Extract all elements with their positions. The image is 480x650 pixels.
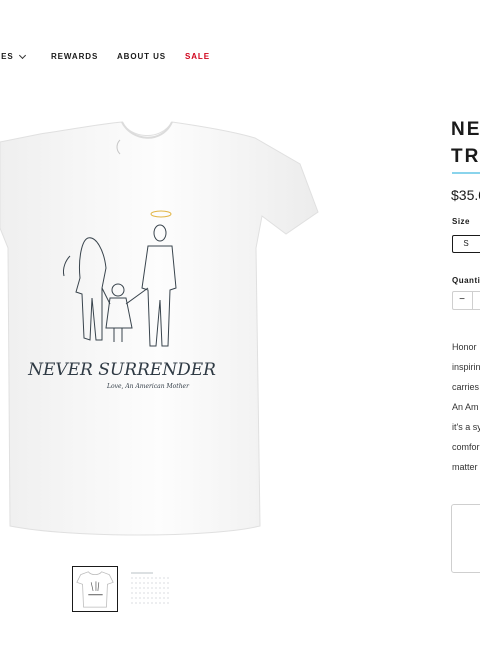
thumbnail-image bbox=[129, 567, 173, 611]
size-option-s[interactable]: S bbox=[452, 235, 480, 253]
stepper-divider bbox=[472, 292, 473, 309]
shirt-headline: NEVER SURRENDER bbox=[27, 360, 216, 380]
description-line: matter bbox=[452, 462, 478, 472]
quantity-stepper[interactable]: − bbox=[452, 291, 480, 310]
nav-item-label: IES bbox=[0, 52, 14, 61]
size-label: Size bbox=[452, 217, 471, 226]
description-line: inspirin bbox=[452, 362, 480, 372]
product-title: NE TR bbox=[451, 116, 480, 170]
product-title-line-1: NE bbox=[451, 119, 480, 140]
thumbnail-size-chart[interactable] bbox=[128, 566, 174, 612]
quantity-label: Quanti bbox=[452, 276, 480, 285]
thumbnail-tshirt[interactable] bbox=[72, 566, 118, 612]
shirt-signature: Love, An American Mother bbox=[106, 383, 190, 390]
title-divider bbox=[452, 172, 480, 174]
nav-item-about-us[interactable]: ABOUT US bbox=[117, 52, 166, 61]
description-line: it's a sy bbox=[452, 422, 480, 432]
tshirt-body bbox=[0, 121, 319, 536]
nav-item-sale[interactable]: SALE bbox=[185, 52, 210, 61]
nav-item-label: ABOUT US bbox=[117, 52, 166, 61]
product-title-line-2: TR bbox=[451, 146, 480, 167]
product-image[interactable]: NEVER SURRENDER Love, An American Mother bbox=[0, 118, 330, 548]
description-line: carries bbox=[452, 382, 480, 392]
quantity-decrease-button[interactable]: − bbox=[453, 292, 471, 309]
nav-item-label: SALE bbox=[185, 52, 210, 61]
nav-item-label: REWARDS bbox=[51, 52, 99, 61]
product-price: $35.0 bbox=[451, 187, 480, 203]
chevron-down-icon bbox=[18, 51, 26, 59]
description-line: An Am bbox=[452, 402, 479, 412]
thumbnail-image bbox=[76, 571, 114, 608]
description-line: comfor bbox=[452, 442, 480, 452]
add-to-cart-button[interactable] bbox=[451, 504, 480, 573]
description-line: Honor bbox=[452, 342, 477, 352]
nav-item-rewards[interactable]: REWARDS bbox=[51, 52, 98, 61]
nav-item-accessories[interactable]: IES bbox=[0, 51, 26, 61]
